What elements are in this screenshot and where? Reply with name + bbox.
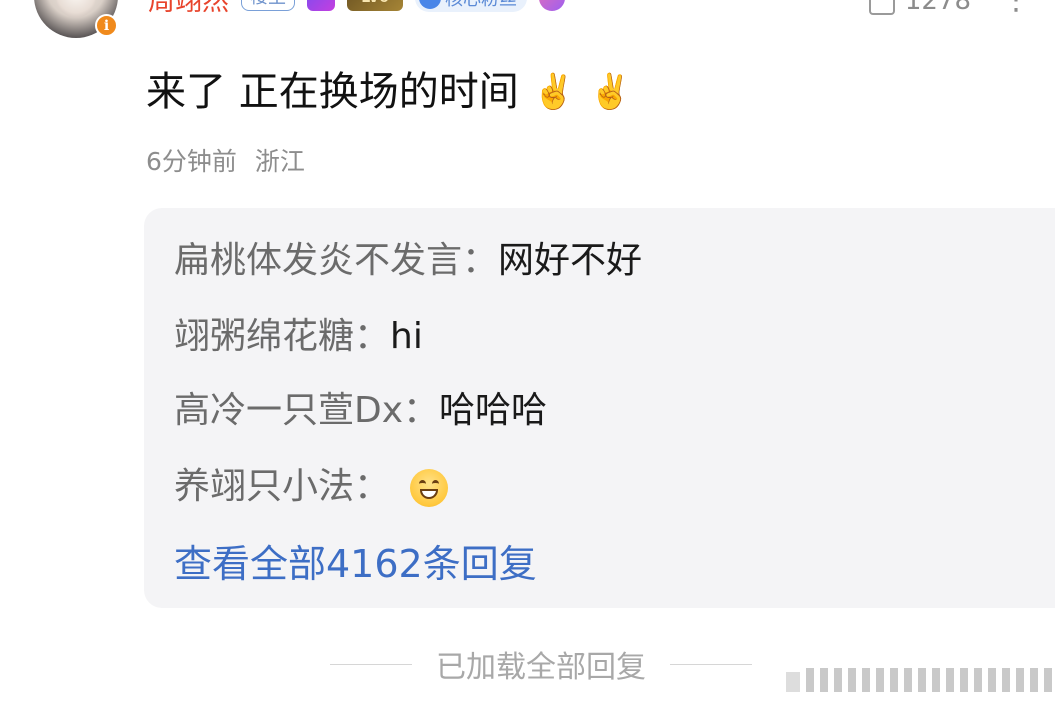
reply-content: 哈哈哈 <box>439 390 548 431</box>
reply-item[interactable]: 养翊只小法： <box>174 464 449 510</box>
fan-badge: 核心粉丝 <box>415 0 527 12</box>
loaded-all-footer: 已加载全部回复 <box>330 642 752 686</box>
footer-label: 已加载全部回复 <box>436 650 646 685</box>
more-icon[interactable]: ⋮ <box>1001 0 1033 17</box>
reply-item[interactable]: 高冷一只萱Dx：哈哈哈 <box>174 388 547 434</box>
reply-item[interactable]: 扁桃体发炎不发言：网好不好 <box>174 238 642 284</box>
watermark-bars <box>786 668 1055 692</box>
like-button[interactable]: 1278 <box>868 0 971 16</box>
grin-emoji <box>410 469 449 507</box>
victory-hand-emoji: ✌️ <box>589 72 632 112</box>
level-badge: LV6 <box>347 0 403 11</box>
info-icon: i <box>95 14 118 37</box>
verified-icon <box>419 0 441 9</box>
reply-author[interactable]: 高冷一只萱Dx： <box>174 390 439 431</box>
comment-body: 来了 正在换场的时间 ✌️ ✌️ <box>146 66 631 118</box>
vip-badge-icon <box>307 0 335 11</box>
comment-location: 浙江 <box>254 147 305 176</box>
reply-item[interactable]: 翊粥绵花糖：hi <box>174 314 423 360</box>
reply-preview-box[interactable]: 扁桃体发炎不发言：网好不好 翊粥绵花糖：hi 高冷一只萱Dx：哈哈哈 养翊只小法… <box>144 208 1055 608</box>
comment-time: 6分钟前 <box>146 147 237 176</box>
view-all-replies-link[interactable]: 查看全部4162条回复 <box>174 533 537 588</box>
reply-author[interactable]: 养翊只小法： <box>174 466 390 507</box>
divider <box>330 663 412 665</box>
fan-badge-label: 核心粉丝 <box>445 0 517 11</box>
comment-text: 来了 正在换场的时间 <box>146 69 519 115</box>
username[interactable]: 周翊然 <box>148 0 229 18</box>
victory-hand-emoji: ✌️ <box>532 72 576 112</box>
reply-author[interactable]: 扁桃体发炎不发言： <box>174 240 498 281</box>
medal-icon <box>539 0 565 11</box>
comment-header: 周翊然 楼主 LV6 核心粉丝 <box>148 0 565 17</box>
divider <box>670 663 752 665</box>
reply-content: 网好不好 <box>498 240 643 281</box>
like-icon <box>868 0 895 15</box>
reply-content: hi <box>390 316 423 357</box>
reply-author[interactable]: 翊粥绵花糖： <box>174 316 390 357</box>
comment-meta: 6分钟前 浙江 <box>146 142 305 178</box>
like-count: 1278 <box>904 0 971 16</box>
author-tag: 楼主 <box>241 0 295 11</box>
